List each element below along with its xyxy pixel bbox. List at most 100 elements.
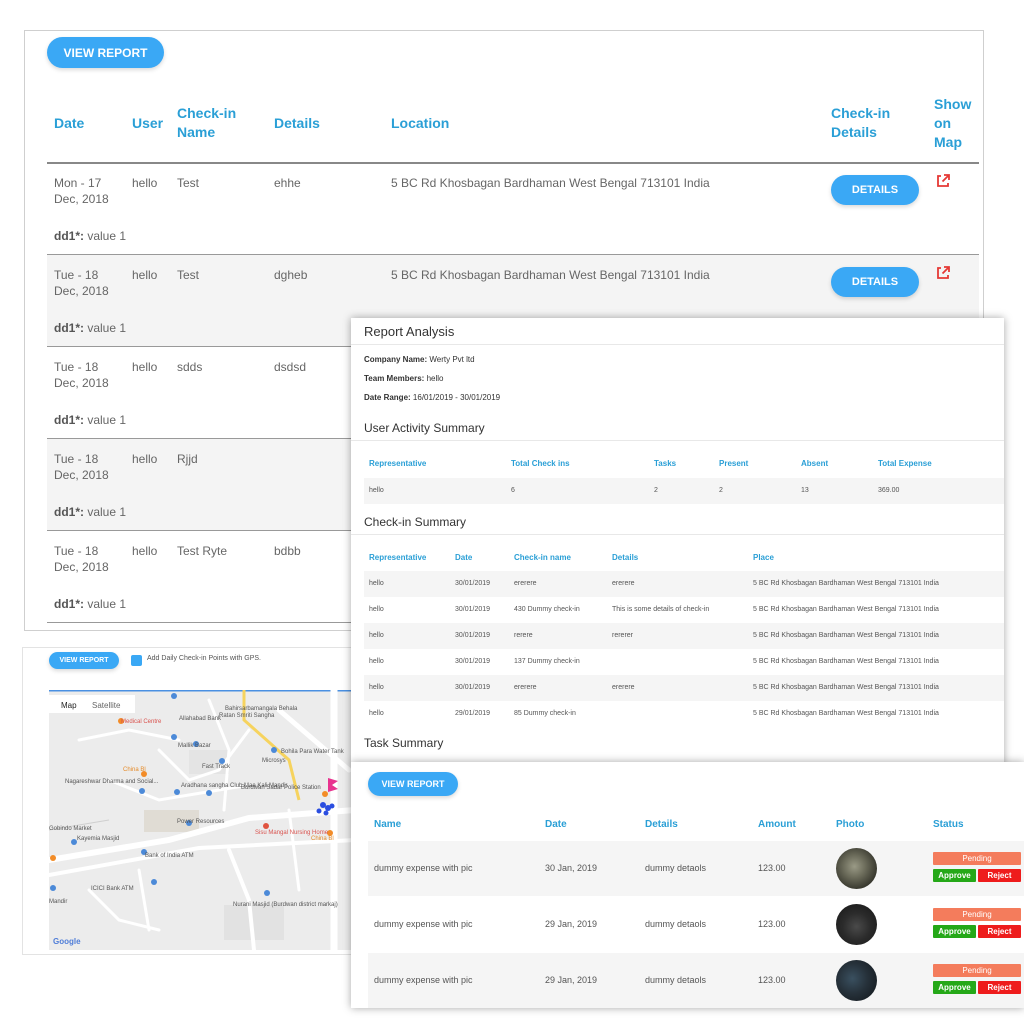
header-user: User [132, 115, 164, 131]
header-show-on-map: Show on Map [934, 96, 972, 150]
row-details: dgheb [274, 268, 308, 282]
map-label-police-station: Burdwan Sadar Police Station [241, 785, 321, 791]
checkin-summary-cell: 85 Dummy check-in [514, 710, 576, 717]
view-report-button[interactable]: VIEW REPORT [47, 37, 164, 68]
checkin-summary-title: Check-in Summary [364, 515, 467, 529]
checkin-summary-cell: 5 BC Rd Khosbagan Bardhaman West Bengal … [753, 710, 939, 717]
map-label-gobindo-market: Gobindo Market [49, 826, 92, 832]
activity-cell: 13 [801, 487, 809, 494]
team-members: Team Members: hello [364, 374, 443, 383]
map-label-nurani-masjid: Nurani Masjid (Burdwan district markaj) [233, 902, 338, 908]
checkin-summary-cell: 5 BC Rd Khosbagan Bardhaman West Bengal … [753, 658, 939, 665]
row-date: Mon - 17 Dec, 2018 [54, 176, 109, 206]
details-button[interactable]: DETAILS [831, 175, 919, 205]
row-user: hello [132, 176, 158, 190]
checkin-summary-row: hello 30/01/2019 rerere rererer 5 BC Rd Khos… [364, 623, 1004, 649]
user-activity-title: User Activity Summary [364, 421, 485, 435]
gps-checkbox[interactable] [131, 655, 142, 666]
expense-details: dummy detaols [645, 863, 707, 873]
company-label: Company Name: [364, 355, 428, 364]
checkin-summary-cell: hello [369, 710, 384, 717]
expense-header-cell: Photo [836, 819, 865, 830]
pending-badge: Pending [933, 908, 1021, 921]
header-date: Date [54, 115, 85, 131]
reject-button[interactable]: Reject [978, 981, 1021, 994]
row-custom-field: dd1*: value 1 [54, 504, 126, 520]
details-button[interactable]: DETAILS [831, 267, 919, 297]
checkin-summary-header-cell: Date [455, 553, 473, 562]
checkin-summary-cell: 30/01/2019 [455, 684, 491, 691]
row-user: hello [132, 360, 158, 374]
reject-button[interactable]: Reject [978, 869, 1021, 882]
activity-header-cell: Tasks [654, 459, 677, 468]
map-label-power-resources: Power Resources [177, 819, 224, 825]
custom-field-label: dd1*: [54, 413, 84, 427]
expense-panel: VIEW REPORT Name Date Details Amount Photo St… [351, 762, 1024, 1008]
external-link-icon[interactable] [935, 265, 951, 281]
map-panel: VIEW REPORT Add Daily Check-in Points wi… [22, 647, 354, 955]
map-label-nagareshwar: Nagareshwar Dharma and Social... [65, 779, 159, 785]
map-label-bank-of-india: Bank of India ATM [145, 853, 194, 859]
row-location: 5 BC Rd Khosbagan Bardhaman West Bengal … [391, 268, 710, 282]
header-location: Location [391, 115, 450, 131]
checkin-summary-row: hello 30/01/2019 ererere ererere 5 BC Rd Kho… [364, 675, 1004, 701]
checkin-summary-cell: 5 BC Rd Khosbagan Bardhaman West Bengal … [753, 684, 939, 691]
expense-details: dummy detaols [645, 919, 707, 929]
approve-button[interactable]: Approve [933, 925, 976, 938]
map-label-water-tank: Bohila Para Water Tank [281, 749, 345, 755]
checkin-summary-cell: hello [369, 632, 384, 639]
activity-cell: 2 [719, 487, 723, 494]
header-checkin-name: Check-in Name [177, 105, 237, 140]
map-view-report-button[interactable]: VIEW REPORT [49, 652, 119, 669]
activity-cell: 369.00 [878, 487, 900, 494]
map-tab-map[interactable]: Map [61, 701, 77, 710]
gps-checkbox-label: Add Daily Check-in Points with GPS. [147, 655, 261, 662]
expense-photo[interactable] [836, 960, 877, 1001]
reject-button[interactable]: Reject [978, 925, 1021, 938]
approve-button[interactable]: Approve [933, 869, 976, 882]
map-label-icici-atm: ICICI Bank ATM [91, 886, 134, 892]
expense-header-cell: Status [933, 819, 964, 830]
checkin-summary-row: hello 30/01/2019 430 Dummy check-in This is… [364, 597, 1004, 623]
checkin-summary-header-cell: Representative [369, 553, 427, 562]
range-label: Date Range: [364, 393, 411, 402]
map-label-china-bl: China Bl [123, 767, 146, 773]
map-tab-satellite[interactable]: Satellite [92, 701, 121, 710]
pending-badge: Pending [933, 964, 1021, 977]
row-checkin-name: Test Ryte [177, 544, 228, 558]
checkin-summary-cell: 430 Dummy check-in [514, 606, 580, 613]
row-date: Tue - 18 Dec, 2018 [54, 544, 109, 574]
map-label-kayemia-masjid: Kayemia Masjid [77, 836, 119, 842]
expense-photo[interactable] [836, 848, 877, 889]
map-label-fast-track: Fast Track [202, 764, 231, 770]
map-label-medical-centre: Medical Centre [121, 719, 162, 725]
activity-header-cell: Present [719, 459, 749, 468]
expense-name: dummy expense with pic [374, 919, 473, 929]
checkin-summary-header-cell: Place [753, 553, 774, 562]
checkin-summary-cell: 5 BC Rd Khosbagan Bardhaman West Bengal … [753, 580, 939, 587]
row-date: Tue - 18 Dec, 2018 [54, 452, 109, 482]
external-link-icon[interactable] [935, 173, 951, 189]
activity-divider [351, 440, 1004, 441]
expense-view-report-button[interactable]: VIEW REPORT [368, 772, 458, 796]
expense-amount: 123.00 [758, 919, 786, 929]
expense-photo[interactable] [836, 904, 877, 945]
custom-field-value: value 1 [87, 321, 127, 335]
map-label-bahirsarbamangala: Bahirsarbamangala Behala [225, 706, 298, 712]
expense-date: 29 Jan, 2019 [545, 975, 598, 985]
checkin-summary-divider [351, 534, 1004, 535]
checkin-summary-cell: 29/01/2019 [455, 710, 491, 717]
report-analysis-title: Report Analysis [364, 324, 455, 339]
expense-date: 29 Jan, 2019 [545, 919, 598, 929]
approve-button[interactable]: Approve [933, 981, 976, 994]
map-view[interactable]: Map Satellite Bahirsarbamangala Behala R… [49, 690, 354, 950]
checkin-summary-header-cell: Details [612, 553, 639, 562]
row-date: Tue - 18 Dec, 2018 [54, 360, 109, 390]
custom-field-value: value 1 [87, 597, 127, 611]
expense-header-cell: Date [545, 819, 567, 830]
row-custom-field: dd1*: value 1 [54, 596, 126, 612]
company-name: Company Name: Werty Pvt ltd [364, 355, 475, 364]
header-details: Details [274, 115, 320, 131]
task-summary-title: Task Summary [364, 736, 444, 750]
row-user: hello [132, 452, 158, 466]
